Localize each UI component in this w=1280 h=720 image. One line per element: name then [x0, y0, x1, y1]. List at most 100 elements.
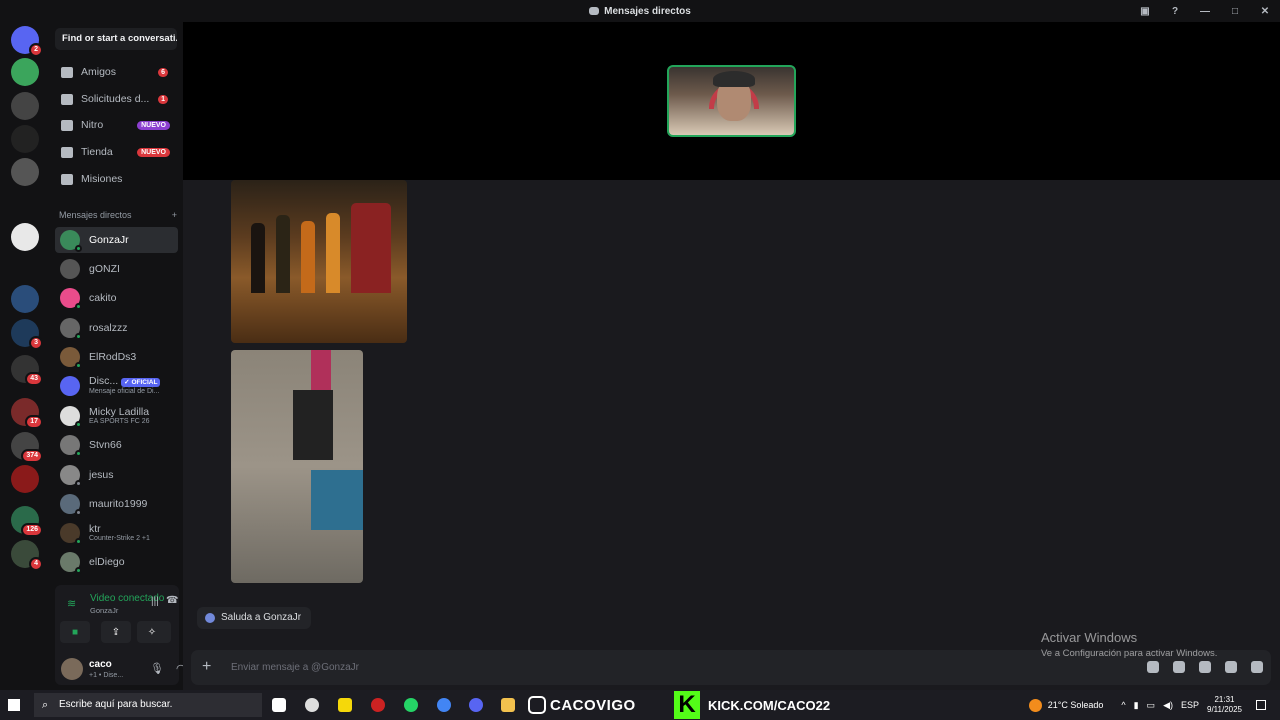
bottle — [276, 215, 290, 293]
dm-item[interactable]: gONZI — [55, 256, 178, 282]
server-icon[interactable] — [11, 158, 39, 186]
noise-icon[interactable]: ||| — [151, 596, 159, 607]
window-title: Mensajes directos — [604, 5, 691, 17]
server-icon[interactable]: 17 — [11, 398, 43, 429]
server-list: 2 3 43 17 374 126 4 — [0, 22, 50, 690]
wave-button[interactable]: Saluda a GonzaJr — [197, 607, 312, 629]
dm-subtext: Mensaje oficial de Di... — [89, 388, 160, 395]
dm-item[interactable]: maurito1999 — [55, 491, 178, 517]
video-tile[interactable] — [667, 65, 796, 137]
app-icon[interactable] — [371, 698, 385, 712]
maximize-button[interactable]: □ — [1220, 6, 1250, 17]
inbox-icon[interactable]: ▣ — [1130, 6, 1160, 17]
dm-item[interactable]: jesus — [55, 462, 178, 488]
status-dot — [75, 362, 82, 369]
search-icon: ⌕ — [42, 699, 49, 711]
emoji-icon[interactable] — [1225, 661, 1237, 673]
server-avatar — [11, 125, 39, 153]
dm-item[interactable]: Stvn66 — [55, 432, 178, 458]
mic-tray-icon[interactable]: ▮ — [1134, 700, 1139, 711]
avatar[interactable] — [61, 658, 83, 680]
dm-item[interactable]: ElRodDs3 — [55, 344, 178, 370]
chevron-up-icon[interactable]: ^ — [1121, 700, 1125, 710]
image-attachment-street[interactable] — [231, 350, 363, 583]
server-icon[interactable]: 2 — [11, 26, 43, 57]
video-call-area — [183, 22, 1280, 180]
clock[interactable]: 21:31 9/11/2025 — [1207, 695, 1242, 715]
search-input[interactable]: Find or start a conversati... — [55, 28, 177, 50]
nav-item-misiones[interactable]: Misiones — [55, 167, 178, 191]
nav-item-solicitudesd[interactable]: Solicitudes d... 1 — [55, 87, 178, 111]
chrome-icon[interactable] — [437, 698, 451, 712]
nav-icon — [61, 66, 73, 78]
status-dot — [75, 480, 82, 487]
mention-badge: 374 — [21, 449, 43, 463]
volume-icon[interactable]: ◀) — [1163, 700, 1173, 711]
dm-item[interactable]: rosalzzz — [55, 315, 178, 341]
notifications-icon[interactable] — [1256, 700, 1266, 710]
discord-taskbar-icon[interactable] — [469, 698, 483, 712]
soundboard-button[interactable]: ✧ — [137, 621, 167, 643]
server-avatar — [11, 223, 39, 251]
dm-item[interactable]: elDiego — [55, 549, 178, 575]
start-icon[interactable] — [8, 699, 20, 711]
task-view-icon[interactable] — [272, 698, 286, 712]
nav-item-tienda[interactable]: Tienda NUEVO — [55, 140, 178, 164]
count-badge: 6 — [158, 67, 168, 77]
dm-item[interactable]: Micky Ladilla EA SPORTS FC 26 — [55, 403, 178, 429]
dm-item[interactable]: ktr Counter-Strike 2 +1 — [55, 520, 178, 546]
server-icon[interactable]: 3 — [11, 319, 43, 350]
gif-icon[interactable] — [1173, 661, 1185, 673]
help-icon[interactable]: ? — [1160, 6, 1190, 17]
nav-item-amigos[interactable]: Amigos 6 — [55, 60, 178, 84]
server-icon[interactable] — [11, 285, 39, 313]
new-badge: NUEVO — [137, 120, 170, 130]
windows-activation-watermark: Activar Windows Ve a Configuración para … — [1041, 630, 1218, 659]
dm-item[interactable]: cakito — [55, 285, 178, 311]
add-dm-icon[interactable]: + — [172, 210, 177, 220]
server-icon[interactable]: 43 — [11, 355, 43, 386]
microphone-icon[interactable]: 🎙 — [150, 662, 164, 675]
taskbar-search[interactable]: ⌕ Escribe aquí para buscar. — [34, 693, 262, 717]
screenshare-button[interactable]: ⇪ — [101, 621, 131, 643]
weather-text[interactable]: 21°C Soleado — [1048, 700, 1104, 710]
camera-button[interactable]: ■ — [60, 621, 90, 643]
server-avatar — [11, 255, 39, 283]
dm-item[interactable]: Disc... ✓ OFICIAL Mensaje oficial de Di... — [55, 373, 178, 399]
signal-icon: ≋ — [67, 598, 77, 610]
server-icon[interactable]: 374 — [11, 432, 43, 463]
server-icon[interactable]: 4 — [11, 540, 43, 571]
server-icon[interactable] — [11, 125, 39, 153]
whatsapp-icon[interactable] — [404, 698, 418, 712]
close-button[interactable]: ✕ — [1250, 6, 1280, 17]
network-icon[interactable]: ▭ — [1147, 700, 1156, 711]
avatar — [60, 435, 82, 457]
server-icon[interactable]: 126 — [11, 506, 43, 537]
weather-icon — [1028, 698, 1042, 712]
bottle — [301, 221, 315, 293]
obs-icon[interactable] — [305, 698, 319, 712]
message-input[interactable]: Enviar mensaje a @GonzaJr — [231, 662, 359, 673]
instagram-overlay: CACOVIGO — [528, 692, 636, 718]
instagram-icon — [528, 696, 546, 714]
nav-item-nitro[interactable]: Nitro NUEVO — [55, 113, 178, 137]
server-icon[interactable] — [11, 255, 39, 283]
voice-channel[interactable]: GonzaJr — [90, 606, 118, 615]
server-icon[interactable] — [11, 223, 39, 251]
add-attachment-icon[interactable]: + — [202, 658, 211, 676]
language-indicator[interactable]: ESP — [1181, 700, 1199, 710]
server-icon[interactable] — [11, 92, 39, 120]
minimize-button[interactable]: — — [1190, 6, 1220, 17]
server-icon[interactable] — [11, 58, 39, 86]
image-attachment-bottles[interactable] — [231, 180, 407, 343]
disconnect-icon[interactable]: ☎ — [166, 595, 178, 606]
dm-header: Mensajes directos + — [59, 210, 177, 220]
gift-icon[interactable] — [1147, 661, 1159, 673]
server-icon[interactable] — [11, 191, 39, 219]
dm-item[interactable]: GonzaJr — [55, 227, 178, 253]
sticker-icon[interactable] — [1199, 661, 1211, 673]
file-explorer-icon[interactable] — [501, 698, 515, 712]
sticky-notes-icon[interactable] — [338, 698, 352, 712]
server-icon[interactable] — [11, 465, 39, 493]
apps-icon[interactable] — [1251, 661, 1263, 673]
